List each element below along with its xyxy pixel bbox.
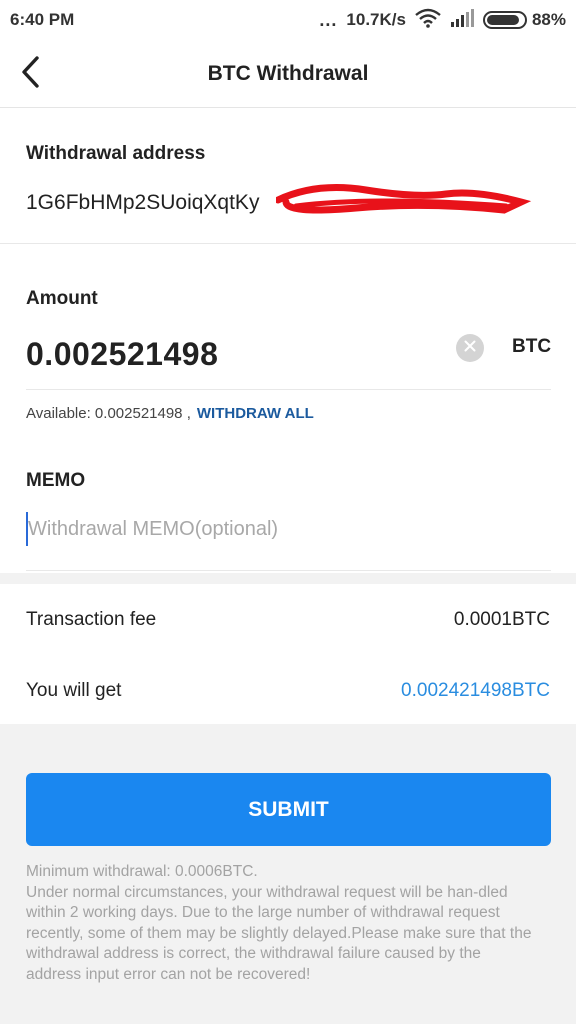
processing-note: Under normal circumstances, your withdra… xyxy=(26,883,532,983)
submit-button[interactable]: SUBMIT xyxy=(26,773,551,846)
amount-label: Amount xyxy=(26,288,98,309)
status-time: 6:40 PM xyxy=(10,10,75,29)
status-indicators: ... 10.7K/s 88% xyxy=(319,8,566,33)
available-text: Available: 0.002521498 , xyxy=(26,405,191,422)
amount-input[interactable]: 0.002521498 xyxy=(26,336,218,373)
header: BTC Withdrawal xyxy=(0,40,576,108)
amount-underline xyxy=(26,389,551,390)
clear-icon xyxy=(464,339,476,357)
memo-input[interactable] xyxy=(26,512,546,546)
network-speed: 10.7K/s xyxy=(346,10,406,29)
divider xyxy=(0,243,576,244)
chevron-left-icon xyxy=(20,55,40,93)
fee-summary xyxy=(0,584,576,724)
transaction-fee-label: Transaction fee xyxy=(26,609,157,630)
available-balance: Available: 0.002521498 , WITHDRAW ALL xyxy=(26,405,314,422)
receive-amount-value: 0.002421498BTC xyxy=(401,680,550,701)
withdrawal-notes: Minimum withdrawal: 0.0006BTC. Under nor… xyxy=(26,862,538,985)
withdraw-all-link[interactable]: WITHDRAW ALL xyxy=(197,405,314,422)
minimum-withdrawal-note: Minimum withdrawal: 0.0006BTC. xyxy=(26,863,258,880)
status-bar: 6:40 PM ... 10.7K/s 88% xyxy=(0,0,576,40)
back-button[interactable] xyxy=(10,54,50,94)
page-title: BTC Withdrawal xyxy=(207,61,369,85)
redaction-scribble xyxy=(276,184,532,214)
amount-currency: BTC xyxy=(512,336,552,357)
battery-percent: 88% xyxy=(531,10,566,29)
battery-icon xyxy=(482,11,527,29)
clear-amount-button[interactable] xyxy=(456,334,484,362)
battery: 88% xyxy=(482,10,566,30)
wifi-icon xyxy=(415,8,441,33)
memo-underline xyxy=(26,570,551,571)
receive-amount-label: You will get xyxy=(26,680,122,701)
withdrawal-address-field[interactable]: 1G6FbHMp2SUoiqXqtKy xyxy=(26,184,532,220)
withdrawal-address-label: Withdrawal address xyxy=(26,143,206,164)
more-dots-icon: ... xyxy=(319,9,338,30)
transaction-fee-value: 0.0001BTC xyxy=(453,609,550,630)
battery-level xyxy=(486,15,519,25)
memo-label: MEMO xyxy=(26,470,86,491)
signal-icon xyxy=(450,8,474,32)
